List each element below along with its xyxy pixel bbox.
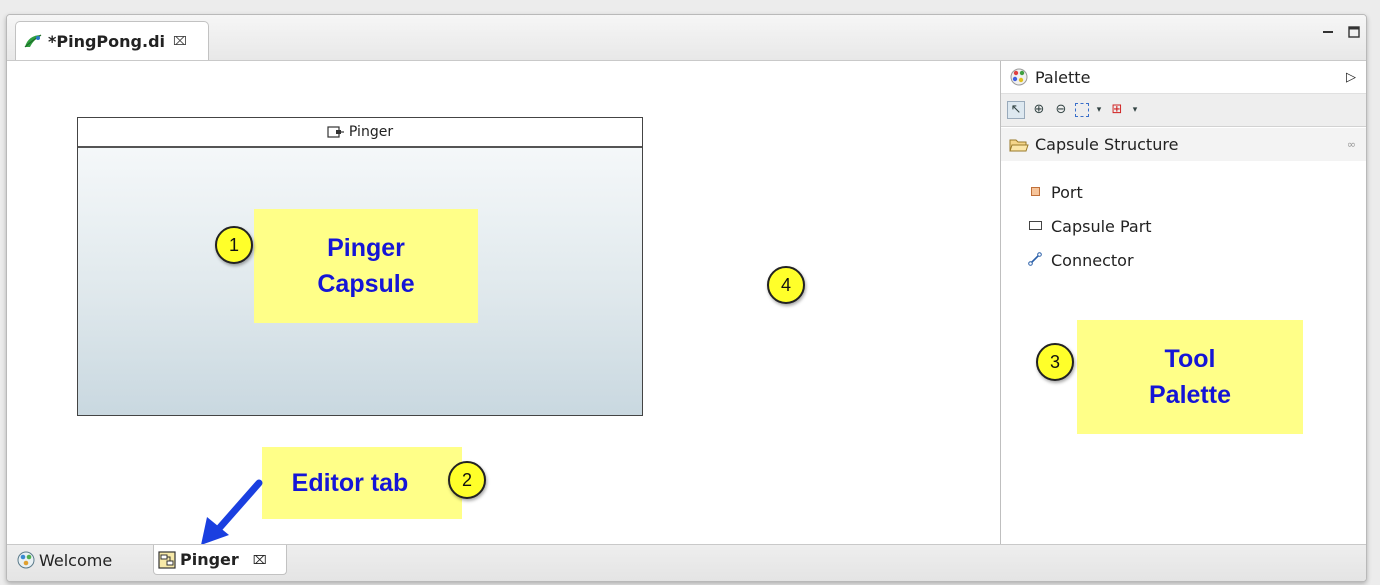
tab-label: Pinger xyxy=(180,550,239,569)
badge-1: 1 xyxy=(215,226,253,264)
capsule-header: Pinger xyxy=(78,118,642,148)
callout-line: Editor tab xyxy=(291,468,409,497)
callout-tool-palette: Tool Palette xyxy=(1077,320,1303,434)
callout-line: Pinger xyxy=(327,233,405,262)
tab-pinger[interactable]: Pinger ⌧ xyxy=(153,545,287,575)
tab-title: *PingPong.di xyxy=(48,31,165,51)
papyrus-leaf-icon xyxy=(24,34,42,48)
drawer-capsule-structure[interactable]: Capsule Structure ∞ xyxy=(1001,128,1366,161)
callout-line: Tool xyxy=(1164,344,1216,373)
capsule-name: Pinger xyxy=(348,124,394,140)
marquee-tool-icon[interactable] xyxy=(1075,103,1089,117)
maximize-button[interactable] xyxy=(1345,25,1363,43)
connector-icon xyxy=(1025,251,1045,270)
port-icon xyxy=(1025,185,1045,200)
drawer-label: Capsule Structure xyxy=(1035,135,1179,154)
callout-editor-tab: Editor tab xyxy=(262,447,462,519)
add-element-dropdown-icon[interactable]: ▾ xyxy=(1131,102,1139,118)
close-icon[interactable]: ⌧ xyxy=(253,553,267,567)
pin-icon[interactable]: ∞ xyxy=(1347,138,1356,151)
add-element-icon[interactable]: ⊞ xyxy=(1109,102,1125,118)
tab-welcome[interactable]: Welcome xyxy=(13,545,153,575)
tab-pingpong-di[interactable]: *PingPong.di ⌧ xyxy=(15,21,209,60)
tool-palette: Palette ▷ ↖ ⊕ ⊖ ▾ ⊞ ▾ Capsule Structure … xyxy=(1001,61,1366,544)
maximize-icon xyxy=(1348,26,1360,38)
tab-label: Welcome xyxy=(39,550,113,570)
palette-header: Palette ▷ xyxy=(1001,61,1366,94)
capsule-part-icon xyxy=(1025,219,1045,234)
badge-3: 3 xyxy=(1036,343,1074,381)
marquee-dropdown-icon[interactable]: ▾ xyxy=(1095,102,1103,118)
palette-item-capsule-part[interactable]: Capsule Part xyxy=(1025,217,1152,236)
close-icon[interactable]: ⌧ xyxy=(173,34,187,48)
palette-item-label: Port xyxy=(1051,183,1083,202)
select-tool-icon[interactable]: ↖ xyxy=(1007,101,1025,119)
palette-item-label: Capsule Part xyxy=(1051,217,1152,236)
diagram-canvas[interactable]: Pinger Pinger Capsule 1 4 Editor tab 2 xyxy=(7,61,1001,544)
palette-icon xyxy=(1010,68,1028,86)
diagram-icon xyxy=(158,550,176,569)
zoom-out-icon[interactable]: ⊖ xyxy=(1053,102,1069,118)
minimize-button[interactable] xyxy=(1319,25,1337,43)
badge-4: 4 xyxy=(767,266,805,304)
palette-collapse-icon[interactable]: ▷ xyxy=(1346,70,1356,85)
callout-pinger-capsule: Pinger Capsule xyxy=(254,209,478,323)
folder-open-icon xyxy=(1009,139,1029,151)
palette-item-connector[interactable]: Connector xyxy=(1025,251,1134,270)
palette-item-port[interactable]: Port xyxy=(1025,183,1083,202)
palette-toolbar: ↖ ⊕ ⊖ ▾ ⊞ ▾ xyxy=(1001,94,1366,127)
editor-tabstrip: *PingPong.di ⌧ xyxy=(7,15,1366,61)
welcome-icon xyxy=(17,551,35,569)
pointer-arrow xyxy=(201,479,263,545)
editor-bottom-tabs: Welcome Pinger ⌧ xyxy=(7,544,1366,581)
palette-title: Palette xyxy=(1035,67,1091,87)
editor-window: *PingPong.di ⌧ Pinger Pinger Capsule 1 4… xyxy=(6,14,1367,582)
palette-item-label: Connector xyxy=(1051,251,1134,270)
badge-2: 2 xyxy=(448,461,486,499)
minimize-icon xyxy=(1323,31,1333,33)
capsule-icon xyxy=(327,126,344,138)
zoom-in-icon[interactable]: ⊕ xyxy=(1031,102,1047,118)
callout-line: Palette xyxy=(1149,381,1231,409)
callout-line: Capsule xyxy=(317,270,415,298)
